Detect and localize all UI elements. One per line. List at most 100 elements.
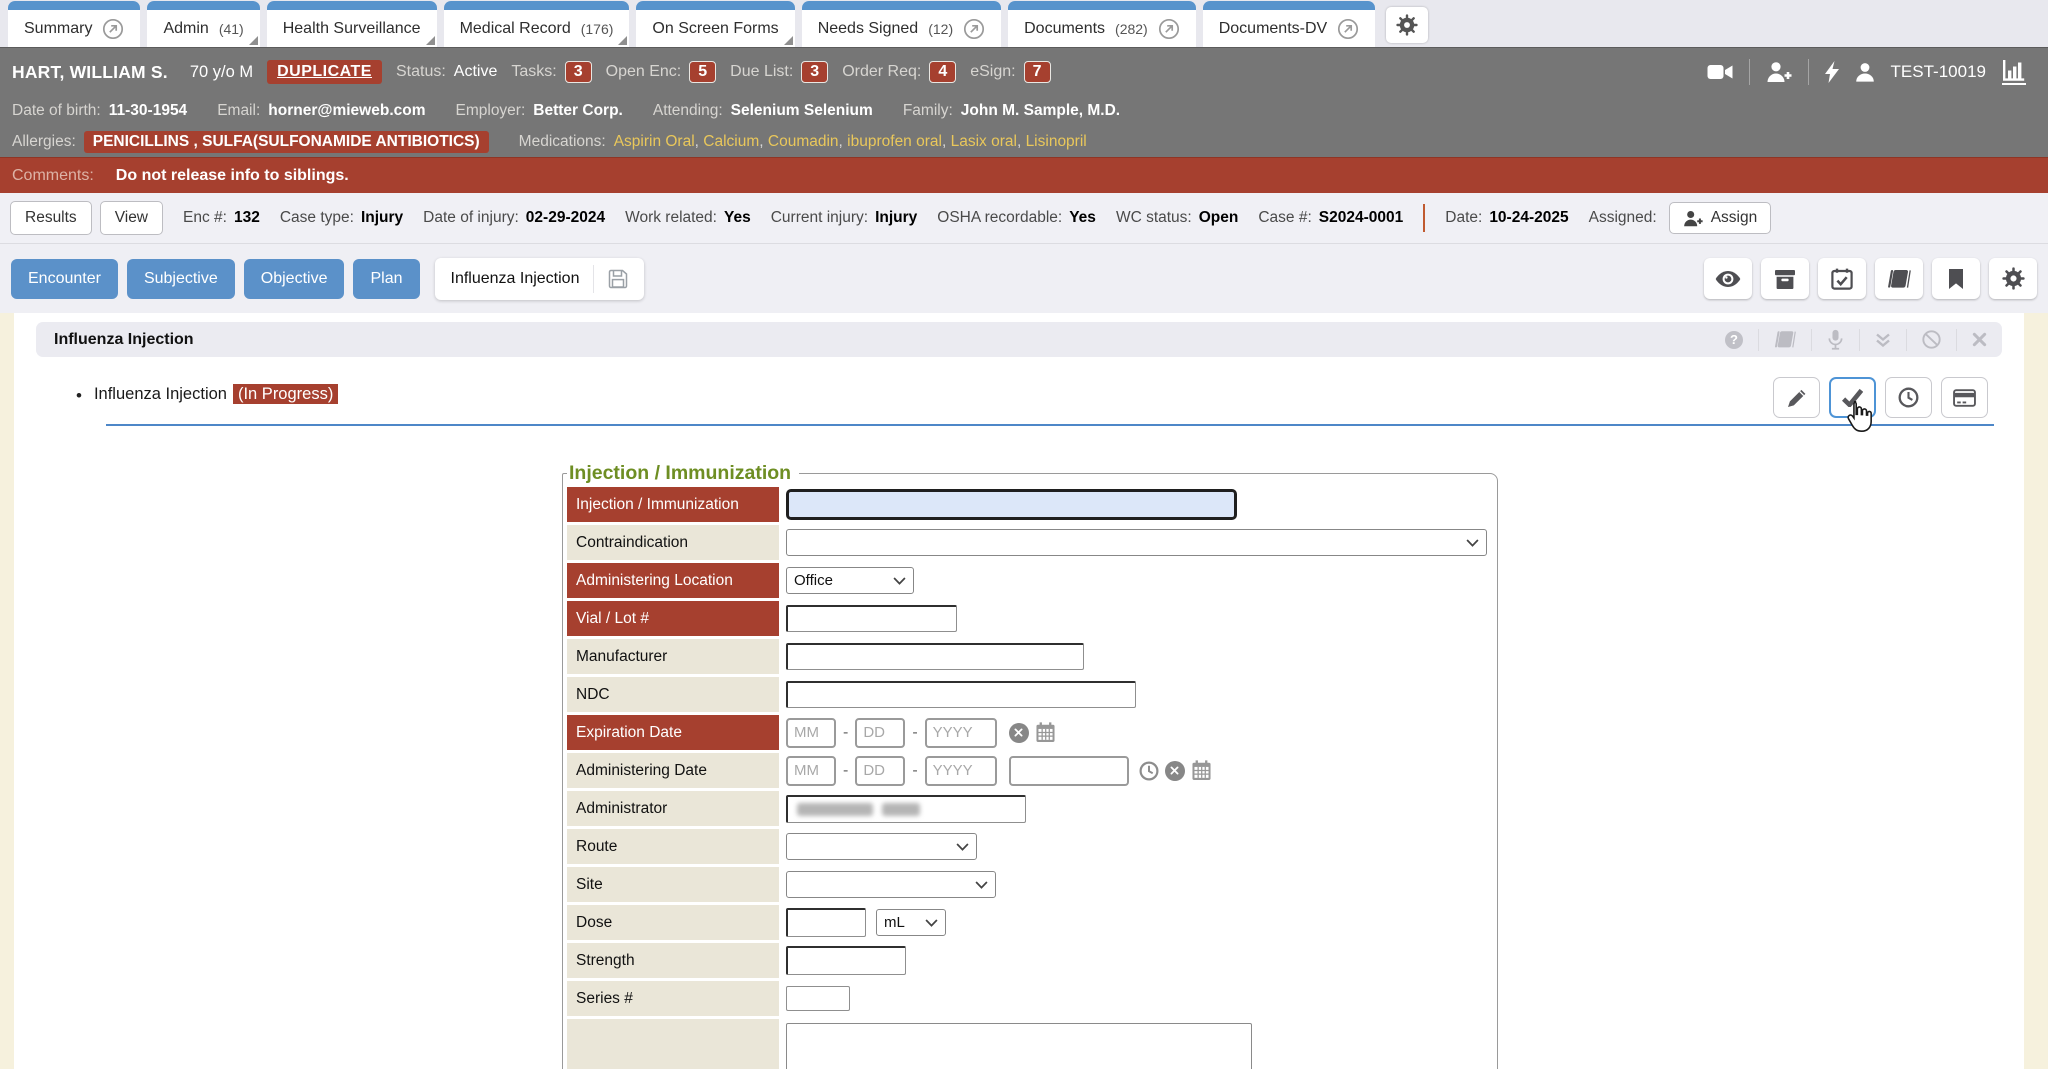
tab-admin[interactable]: Admin(41)	[147, 1, 259, 47]
contraindication-select[interactable]	[786, 529, 1487, 556]
comments-label: Comments:	[12, 167, 94, 185]
form-row: Strength	[567, 943, 1492, 978]
medication-item[interactable]: Coumadin	[768, 133, 839, 151]
medication-item[interactable]: ibuprofen oral	[847, 133, 942, 151]
dose-unit-select[interactable]: mL	[876, 909, 946, 936]
flowsheet-chart-icon[interactable]	[2002, 60, 2026, 85]
close-button[interactable]	[1956, 329, 2002, 351]
time-now-icon[interactable]	[1139, 761, 1159, 781]
allergies-medications-row: Allergies:PENICILLINS , SULFA(SULFONAMID…	[0, 126, 2048, 157]
duplicate-badge[interactable]: DUPLICATE	[267, 60, 382, 84]
archive-button[interactable]	[1761, 258, 1809, 299]
chart-book-button[interactable]	[1875, 258, 1923, 299]
assigned-label: Assigned:	[1589, 209, 1657, 227]
administrator-input[interactable]	[786, 795, 1026, 823]
injection-immunization-input[interactable]	[786, 489, 1237, 520]
billing-button[interactable]	[1941, 377, 1988, 418]
site-select[interactable]	[786, 871, 996, 898]
family-label: Family:	[903, 102, 953, 120]
medication-item[interactable]: Lasix oral	[951, 133, 1017, 151]
administering-year-input[interactable]	[925, 756, 997, 786]
dose-input[interactable]	[786, 908, 866, 937]
manufacturer-input[interactable]	[786, 643, 1084, 670]
field-label-strength: Strength	[567, 943, 779, 978]
tab-summary[interactable]: Summary	[8, 1, 140, 47]
strength-input[interactable]	[786, 946, 906, 975]
tab-on-screen-forms[interactable]: On Screen Forms	[636, 1, 794, 47]
clear-date-icon[interactable]	[1009, 723, 1029, 743]
active-form-tab[interactable]: Influenza Injection	[435, 258, 645, 300]
plan-nav-button[interactable]: Plan	[353, 259, 419, 299]
objective-nav-button[interactable]: Objective	[244, 259, 345, 299]
series-input[interactable]	[786, 986, 850, 1011]
save-icon[interactable]	[608, 269, 628, 289]
microphone-icon	[1827, 329, 1844, 350]
book-icon	[1887, 269, 1911, 289]
administering-time-input[interactable]	[1009, 756, 1129, 786]
expiration-year-input[interactable]	[925, 718, 997, 748]
subjective-nav-button[interactable]: Subjective	[127, 259, 235, 299]
administering-month-input[interactable]	[786, 756, 836, 786]
calendar-icon[interactable]	[1191, 760, 1212, 781]
field-label-series: Series #	[567, 981, 779, 1016]
schedule-button[interactable]	[1818, 258, 1866, 299]
note-title[interactable]: Influenza Injection(In Progress)	[94, 385, 338, 404]
settings-button[interactable]	[1989, 258, 2037, 299]
bolt-icon[interactable]	[1825, 61, 1839, 83]
video-call-icon[interactable]	[1707, 63, 1733, 81]
esign-count-badge[interactable]: 7	[1024, 61, 1051, 83]
sign-note-button[interactable]	[1829, 377, 1876, 418]
reaction-comments-textarea[interactable]	[786, 1023, 1252, 1069]
tab-settings-button[interactable]	[1386, 7, 1428, 43]
open-enc-count-badge[interactable]: 5	[689, 61, 716, 83]
tasks-count-badge[interactable]: 3	[565, 61, 592, 83]
order-req-count-badge[interactable]: 4	[929, 61, 956, 83]
disable-button[interactable]	[1906, 329, 1956, 351]
allergy-badge[interactable]: PENICILLINS , SULFA(SULFONAMIDE ANTIBIOT…	[84, 131, 489, 153]
assign-button[interactable]: Assign	[1669, 202, 1772, 234]
medication-item[interactable]: Aspirin Oral	[614, 133, 695, 151]
comments-bar: Comments: Do not release info to sibling…	[0, 157, 2048, 193]
administering-day-input[interactable]	[855, 756, 905, 786]
tab-label: Summary	[24, 20, 92, 38]
form-row: Reaction / Comments	[567, 1019, 1492, 1069]
vial-lot-input[interactable]	[786, 605, 957, 632]
due-list-count-badge[interactable]: 3	[801, 61, 828, 83]
encounter-nav-button[interactable]: Encounter	[11, 259, 118, 299]
calendar-icon[interactable]	[1035, 722, 1056, 743]
tab-documents[interactable]: Documents(282)	[1008, 1, 1196, 47]
user-icon[interactable]	[1855, 62, 1875, 82]
field-label-dose: Dose	[567, 905, 779, 940]
tab-needs-signed[interactable]: Needs Signed(12)	[802, 1, 1001, 47]
route-select[interactable]	[786, 833, 977, 860]
expiration-day-input[interactable]	[855, 718, 905, 748]
view-button[interactable]: View	[100, 201, 163, 235]
bookmark-button[interactable]	[1932, 258, 1980, 299]
expiration-month-input[interactable]	[786, 718, 836, 748]
form-row: Route	[567, 829, 1492, 864]
ndc-input[interactable]	[786, 681, 1136, 708]
add-user-icon[interactable]	[1766, 61, 1792, 83]
medication-item[interactable]: Calcium	[703, 133, 759, 151]
history-button[interactable]	[1885, 377, 1932, 418]
preview-button[interactable]	[1704, 258, 1752, 299]
collapse-button[interactable]	[1859, 329, 1906, 351]
dictate-button[interactable]	[1811, 329, 1859, 351]
tab-medical-record[interactable]: Medical Record(176)	[444, 1, 630, 47]
user-id[interactable]: TEST-10019	[1891, 62, 1986, 82]
tab-health-surveillance[interactable]: Health Surveillance	[267, 1, 437, 47]
tab-count: (176)	[581, 21, 614, 37]
clear-date-icon[interactable]	[1165, 761, 1185, 781]
patient-name: HART, WILLIAM S.	[12, 62, 168, 83]
work-related-label: Work related:	[625, 209, 717, 227]
results-button[interactable]: Results	[10, 201, 92, 235]
edit-note-button[interactable]	[1773, 377, 1820, 418]
reference-button[interactable]	[1758, 329, 1811, 351]
tab-documents-dv[interactable]: Documents-DV	[1203, 1, 1375, 47]
medication-item[interactable]: Lisinopril	[1026, 133, 1087, 151]
help-button[interactable]: ?	[1710, 329, 1758, 351]
tab-label: Admin	[163, 20, 208, 38]
due-list-label: Due List:	[730, 63, 793, 81]
administering-location-select[interactable]: Office	[786, 567, 914, 594]
form-row: Expiration Date - -	[567, 715, 1492, 750]
